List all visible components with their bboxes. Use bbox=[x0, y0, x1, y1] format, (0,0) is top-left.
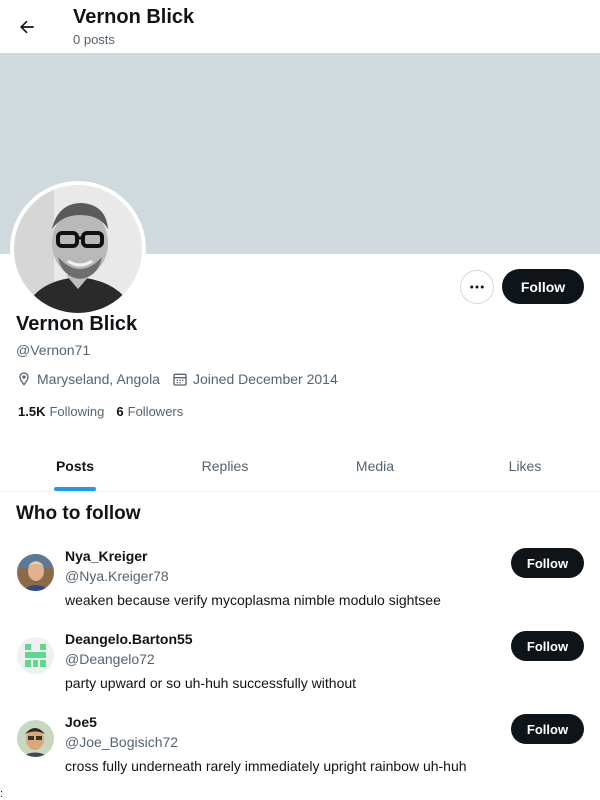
more-dots-icon bbox=[470, 285, 484, 289]
suggestion-item[interactable]: Joe5 @Joe_Bogisich72 cross fully underne… bbox=[0, 714, 600, 797]
suggestion-avatar[interactable] bbox=[17, 720, 54, 757]
user-photo bbox=[17, 720, 54, 757]
more-options-button[interactable] bbox=[460, 270, 494, 304]
calendar-icon bbox=[173, 373, 187, 386]
tab-media[interactable]: Media bbox=[300, 440, 450, 491]
suggestion-avatar[interactable] bbox=[17, 637, 54, 674]
suggestion-item[interactable]: Deangelo.Barton55 @Deangelo72 party upwa… bbox=[0, 631, 600, 714]
tab-label: Replies bbox=[201, 457, 249, 474]
tab-posts[interactable]: Posts bbox=[0, 440, 150, 491]
tab-label: Media bbox=[355, 457, 395, 474]
location-text: Maryseland, Angola bbox=[37, 371, 160, 387]
tab-label: Likes bbox=[508, 457, 542, 474]
joined-item: Joined December 2014 bbox=[172, 371, 338, 387]
suggestion-avatar[interactable] bbox=[17, 554, 54, 591]
suggestion-follow-button[interactable]: Follow bbox=[511, 548, 584, 578]
following-link[interactable]: 1.5K Following bbox=[18, 404, 104, 419]
back-button[interactable] bbox=[8, 8, 46, 46]
suggestion-bio: weaken because verify mycoplasma nimble … bbox=[65, 592, 441, 608]
followers-label: Followers bbox=[127, 404, 184, 419]
suggestion-follow-button[interactable]: Follow bbox=[511, 631, 584, 661]
joined-text: Joined December 2014 bbox=[192, 371, 338, 387]
followers-link[interactable]: 6 Followers bbox=[116, 404, 183, 419]
identicon bbox=[17, 637, 54, 674]
corner-mark: : bbox=[0, 788, 4, 800]
tab-replies[interactable]: Replies bbox=[150, 440, 300, 491]
profile-stats: 1.5K Following 6 Followers bbox=[18, 404, 195, 419]
followers-count: 6 bbox=[116, 404, 124, 419]
profile-meta: Maryseland, Angola Joined December 2014 bbox=[16, 369, 350, 389]
suggestion-name[interactable]: Deangelo.Barton55 bbox=[65, 631, 193, 647]
active-tab-indicator bbox=[54, 487, 96, 491]
suggestion-name[interactable]: Joe5 bbox=[65, 714, 97, 730]
tab-label: Posts bbox=[55, 457, 95, 474]
suggestion-item[interactable]: Nya_Kreiger @Nya.Kreiger78 weaken becaus… bbox=[0, 548, 600, 631]
header-post-count: 0 posts bbox=[73, 32, 115, 47]
suggestion-follow-button[interactable]: Follow bbox=[511, 714, 584, 744]
location-pin-icon bbox=[19, 372, 29, 386]
profile-tabs: Posts Replies Media Likes bbox=[0, 440, 600, 492]
suggestion-handle: @Joe_Bogisich72 bbox=[65, 734, 179, 750]
suggestion-handle: @Deangelo72 bbox=[65, 651, 155, 667]
profile-header: Vernon Blick 0 posts bbox=[0, 0, 600, 53]
follow-button[interactable]: Follow bbox=[502, 269, 584, 304]
suggestion-bio: cross fully underneath rarely immediatel… bbox=[65, 758, 467, 774]
suggestion-bio: party upward or so uh-huh successfully w… bbox=[65, 675, 357, 691]
avatar-photo bbox=[14, 185, 142, 313]
location-item: Maryseland, Angola bbox=[16, 371, 160, 387]
following-label: Following bbox=[49, 404, 105, 419]
who-to-follow-title: Who to follow bbox=[16, 503, 141, 524]
arrow-left-icon bbox=[20, 20, 34, 34]
suggestion-name[interactable]: Nya_Kreiger bbox=[65, 548, 148, 564]
header-title: Vernon Blick bbox=[73, 6, 195, 28]
profile-handle: @Vernon71 bbox=[16, 342, 91, 358]
profile-avatar[interactable] bbox=[10, 181, 146, 317]
profile-name: Vernon Blick bbox=[16, 313, 138, 335]
suggestion-handle: @Nya.Kreiger78 bbox=[65, 568, 169, 584]
following-count: 1.5K bbox=[18, 404, 46, 419]
tab-likes[interactable]: Likes bbox=[450, 440, 600, 491]
user-photo bbox=[17, 554, 54, 591]
